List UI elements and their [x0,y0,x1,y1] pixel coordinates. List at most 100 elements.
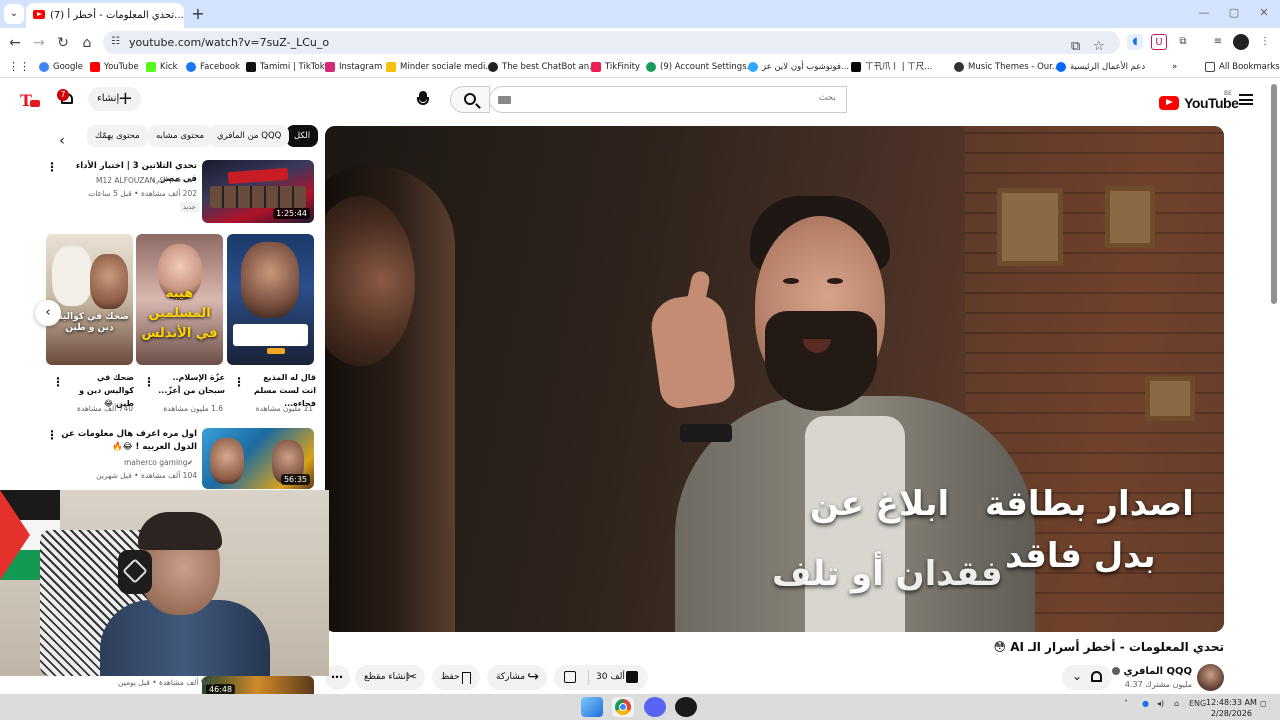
page-scrollbar[interactable] [1271,84,1277,304]
youtube-play-logo-icon [1159,95,1179,110]
extension-shield-icon[interactable]: U [1151,34,1167,50]
bookmark-star-icon[interactable]: ☆ [1093,35,1105,58]
bookmarks-overflow-icon[interactable]: » [1172,59,1177,75]
short-thumbnail[interactable]: هيبة المسلمين في الأندلس [136,234,223,365]
close-window-icon[interactable]: ✕ [1255,6,1273,19]
palestine-flag [0,490,30,580]
guide-menu-icon[interactable] [1239,94,1253,105]
search-button[interactable] [450,86,490,113]
channel-name[interactable]: M12 ALFOUZAN [96,175,155,186]
like-icon[interactable] [626,671,638,683]
more-options-icon[interactable]: ⋮ [46,428,58,442]
obs-icon[interactable] [675,697,697,717]
person-left-silhouette [325,166,455,632]
shorts-scroll-left-icon[interactable]: ‹ [35,300,61,326]
share-button[interactable]: مشاركة ↪ [487,665,547,690]
home-icon[interactable]: ⌂ [78,34,96,52]
like-count[interactable]: 30 ألف [596,665,625,690]
forward-icon[interactable]: → [30,34,48,52]
channel-name[interactable]: المافري QQQ [1110,666,1192,677]
site-info-icon[interactable]: ☷ [111,36,123,48]
video-thumbnail[interactable]: 56:35 [202,428,314,489]
apps-grid-icon[interactable]: ⋮⋮ [8,59,30,75]
cast-icon[interactable]: ⧉ [1071,35,1080,58]
browser-tab[interactable]: (7) تحدي المعلومات - أخطر أ... ✕ [26,3,184,28]
bookmark-tikfinity[interactable]: TikFinity [591,59,640,75]
chip-related[interactable]: محتوى مشابه [148,125,212,147]
bookmark-youtube[interactable]: YouTube [90,59,139,75]
bookmark-google[interactable]: Google [39,59,83,75]
minimize-icon[interactable]: — [1195,6,1213,19]
video-caption: ابلاغ عن [810,484,950,524]
chips-scroll-left-icon[interactable]: ‹ [52,132,72,150]
tab-search-button[interactable]: ⌄ [4,4,24,24]
browser-tabstrip: ⌄ (7) تحدي المعلومات - أخطر أ... ✕ + — ▢… [0,0,1280,28]
browser-toolbar: ← → ↻ ⌂ ☷ youtube.com/watch?v=7suZ-_LCu_… [0,28,1280,56]
bookmark-account-settings[interactable]: (9) Account Settings... [646,59,755,75]
bookmark-music-themes[interactable]: Music Themes - Our... [954,59,1060,75]
bookmark-x[interactable]: ㄒ卂爪丨 | ㄒ尺... [851,59,932,75]
notification-center-icon[interactable]: ◻ [1260,699,1267,708]
channel-avatar[interactable] [1197,664,1224,691]
bookmark-facebook[interactable]: Facebook [186,59,240,75]
bell-icon [1091,671,1102,682]
subscribed-button[interactable]: ⌄ [1062,665,1112,690]
bookmark-instagram[interactable]: Instagram [325,59,382,75]
chip-all[interactable]: الكل [286,125,319,147]
windows-taskbar: ˄ ● ◂) ⌂ ENG ◻ [0,694,1280,720]
language-indicator[interactable]: ENG [1189,699,1206,708]
short-title[interactable]: عزّة الإسلام.. سبحان من أعزّ... [157,371,225,397]
verified-check-icon [1111,667,1120,675]
reading-list-icon[interactable]: ≡ [1210,34,1226,50]
short-views: 1.6 مليون مشاهدة [163,404,223,413]
volume-icon[interactable]: ◂) [1157,699,1164,708]
chrome-menu-icon[interactable]: ⋮ [1257,34,1273,50]
chrome-taskbar-icon[interactable] [612,697,634,717]
short-thumbnail[interactable] [227,234,314,365]
more-options-icon[interactable]: ⋮ [46,160,58,174]
all-bookmarks-folder[interactable]: All Bookmarks [1205,59,1280,75]
dislike-icon[interactable] [564,671,576,683]
address-bar[interactable]: ☷ youtube.com/watch?v=7suZ-_LCu_o ⧉ ☆ [103,31,1120,54]
video-title[interactable]: اول مره اعرف هال معلومات عن الدول العربي… [60,428,197,454]
system-clock[interactable]: 12:48:33 AM 2/28/2026 [1206,697,1257,719]
more-options-icon[interactable]: ⋮ [233,375,245,389]
bookmark-icon [462,672,471,684]
video-thumbnail[interactable]: 1:25:44 [202,160,314,223]
network-icon[interactable]: ⌂ [1174,699,1179,708]
search-input[interactable]: بحث [489,86,847,113]
tray-overflow-icon[interactable]: ˄ [1124,699,1128,708]
account-avatar[interactable]: T [20,89,42,110]
create-button[interactable]: إنشاء + [88,87,141,111]
channel-name[interactable]: maherco gaming [124,457,188,468]
bookmark-minder[interactable]: Minder sociale medi... [386,59,493,75]
more-options-icon[interactable]: ⋮ [143,375,155,389]
maximize-icon[interactable]: ▢ [1225,6,1243,19]
youtube-favicon-icon [33,10,45,19]
discord-icon[interactable] [644,697,666,717]
microphone-tray-icon[interactable]: ● [1142,699,1149,708]
new-tab-button[interactable]: + [188,4,208,23]
facebook-icon [186,62,196,72]
reload-icon[interactable]: ↻ [54,34,72,52]
more-options-icon[interactable]: ⋮ [52,375,64,389]
voice-search-button[interactable] [413,89,433,109]
back-icon[interactable]: ← [6,34,24,52]
start-icon[interactable] [581,697,603,717]
save-button[interactable]: حفظ [432,665,480,690]
bookmark-kick[interactable]: Kick [146,59,178,75]
short-thumbnail[interactable]: ضحك في كواليس دين و طين [46,234,133,365]
chip-for-you[interactable]: محتوى يهمّك [87,125,148,147]
profile-avatar[interactable] [1233,34,1249,50]
keyboard-icon[interactable] [498,96,511,104]
bookmark-chatbot[interactable]: The best ChatBot an... [488,59,597,75]
bookmark-photoshop[interactable]: فوتوشوب أون لاين عز... [748,59,849,75]
chip-from-channel[interactable]: من المافري QQQ [209,125,290,147]
bookmark-business[interactable]: دعم الأعمال الرئيسية [1056,59,1145,75]
video-player[interactable]: اصدار بطاقة ابلاغ عن بدل فاقد فقدان أو ت… [325,126,1224,632]
bookmarks-bar: ⋮⋮ Google YouTube Kick Facebook Tamimi |… [0,56,1280,78]
extensions-puzzle-icon[interactable]: ⧉ [1175,34,1191,50]
clip-button[interactable]: إنشاء مقطع ✂ [355,665,425,690]
extension-audio-icon[interactable]: ◖ [1127,34,1143,50]
bookmark-tiktok[interactable]: Tamimi | TikTok [246,59,325,75]
